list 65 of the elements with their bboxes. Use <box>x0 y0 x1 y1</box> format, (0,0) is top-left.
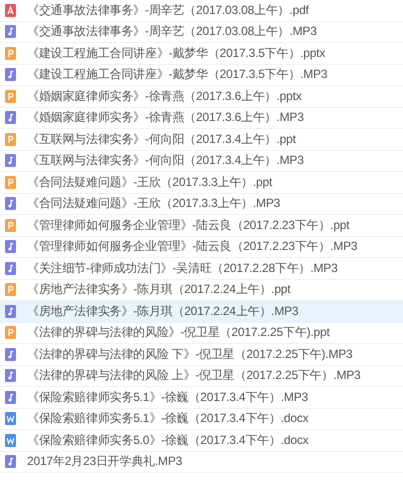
word-file-icon <box>5 412 16 426</box>
slides-file-icon <box>5 90 16 103</box>
file-name: 《交通事故法律事务》-周辛艺（2017.03.08上午）.pdf <box>27 2 309 19</box>
file-name: 《建设工程施工合同讲座》-戴梦华（2017.3.5下午）.MP3 <box>27 66 328 84</box>
file-name: 《婚姻家庭律师实务》-徐青燕（2017.3.6上午）.MP3 <box>27 109 304 126</box>
music-file-icon <box>5 304 16 318</box>
music-file-icon <box>5 390 16 404</box>
pdf-file-icon <box>5 4 16 17</box>
file-row[interactable]: 《合同法疑难问题》-王欣（2017.3.3上午）.ppt <box>0 172 403 194</box>
file-name: 《法律的界碑与法律的风险 上》-倪卫星（2017.2.25下午）.MP3 <box>27 367 361 384</box>
file-name: 《管理律师如何服务企业管理》-陆云良（2017.2.23下午）.ppt <box>27 216 350 234</box>
file-name: 2017年2月23日开学典礼.MP3 <box>27 453 182 470</box>
file-row[interactable]: 2017年2月23日开学典礼.MP3 <box>0 452 403 473</box>
file-row[interactable]: 《婚姻家庭律师实务》-徐青燕（2017.3.6上午）.pptx <box>0 86 403 108</box>
file-name: 《互联网与法律实务》-何向阳（2017.3.4上午）.MP3 <box>27 152 304 170</box>
file-row[interactable]: 《婚姻家庭律师实务》-徐青燕（2017.3.6上午）.MP3 <box>0 108 403 129</box>
music-file-icon <box>5 154 16 168</box>
file-name: 《管理律师如何服务企业管理》-陆云良（2017.2.23下午）.MP3 <box>27 238 358 256</box>
music-file-icon <box>5 240 16 254</box>
slides-file-icon <box>5 176 16 189</box>
file-name: 《合同法疑难问题》-王欣（2017.3.3上午）.ppt <box>27 174 272 191</box>
music-file-icon <box>5 25 16 38</box>
file-name: 《法律的界碑与法律的风险 下》-倪卫星（2017.2.25下午).MP3 <box>27 346 353 363</box>
file-name: 《保险索赔律师实务5.1》-徐巍（2017.3.4下午）.docx <box>27 410 308 428</box>
file-name: 《合同法疑难问题》-王欣（2017.3.3上午）.MP3 <box>27 195 280 212</box>
file-row[interactable]: 《关注细节-律师成功法门》-吴清旺（2017.2.28下午）.MP3 <box>0 258 403 280</box>
file-name: 《交通事故法律事务》-周辛艺（2017.03.08上午）.MP3 <box>27 23 317 40</box>
file-name: 《婚姻家庭律师实务》-徐青燕（2017.3.6上午）.pptx <box>27 88 302 105</box>
music-file-icon <box>5 455 16 468</box>
file-name: 《保险索赔律师实务5.0》-徐巍（2017.3.4下午）.docx <box>27 432 308 449</box>
word-file-icon <box>5 434 16 447</box>
file-row[interactable]: 《互联网与法律实务》-何向阳（2017.3.4上午）.MP3 <box>0 150 403 172</box>
file-row[interactable]: 《建设工程施工合同讲座》-戴梦华（2017.3.5下午）.MP3 <box>0 64 403 86</box>
music-file-icon <box>5 68 16 82</box>
file-row[interactable]: 《房地产法律实务》-陈月琪（2017.2.24上午）.MP3 <box>0 301 403 322</box>
slides-file-icon <box>5 218 16 232</box>
file-name: 《法律的界碑与法律的风险》-倪卫星（2017.2.25下午).ppt <box>27 324 330 342</box>
file-row[interactable]: 《法律的界碑与法律的风险》-倪卫星（2017.2.25下午).ppt <box>0 322 403 344</box>
file-row[interactable]: 《管理律师如何服务企业管理》-陆云良（2017.2.23下午）.ppt <box>0 215 403 236</box>
file-row[interactable]: 《交通事故法律事务》-周辛艺（2017.03.08上午）.pdf <box>0 0 403 22</box>
file-row[interactable]: 《管理律师如何服务企业管理》-陆云良（2017.2.23下午）.MP3 <box>0 236 403 258</box>
file-row[interactable]: 《互联网与法律实务》-何向阳（2017.3.4上午）.ppt <box>0 129 403 150</box>
slides-file-icon <box>5 283 16 296</box>
file-row[interactable]: 《交通事故法律事务》-周辛艺（2017.03.08上午）.MP3 <box>0 22 403 43</box>
music-file-icon <box>5 197 16 210</box>
file-name: 《房地产法律实务》-陈月琪（2017.2.24上午）.MP3 <box>27 302 298 320</box>
slides-file-icon <box>5 46 16 60</box>
file-row[interactable]: 《保险索赔律师实务5.1》-徐巍（2017.3.4下午）.docx <box>0 408 403 430</box>
file-row[interactable]: 《法律的界碑与法律的风险 下》-倪卫星（2017.2.25下午).MP3 <box>0 344 403 366</box>
file-name: 《建设工程施工合同讲座》-戴梦华（2017.3.5下午）.pptx <box>27 44 326 62</box>
file-row[interactable]: 《法律的界碑与法律的风险 上》-倪卫星（2017.2.25下午）.MP3 <box>0 366 403 387</box>
file-row[interactable]: 《合同法疑难问题》-王欣（2017.3.3上午）.MP3 <box>0 194 403 215</box>
file-name: 《关注细节-律师成功法门》-吴清旺（2017.2.28下午）.MP3 <box>27 260 338 277</box>
file-row[interactable]: 《保险索赔律师实务5.0》-徐巍（2017.3.4下午）.docx <box>0 430 403 452</box>
music-file-icon <box>5 369 16 382</box>
slides-file-icon <box>5 132 16 146</box>
music-file-icon <box>5 262 16 275</box>
file-row[interactable]: 《建设工程施工合同讲座》-戴梦华（2017.3.5下午）.pptx <box>0 43 403 64</box>
music-file-icon <box>5 348 16 361</box>
file-name: 《房地产法律实务》-陈月琪（2017.2.24上午）.ppt <box>27 281 290 298</box>
slides-file-icon <box>5 326 16 340</box>
file-name: 《保险索赔律师实务5.1》-徐巍（2017.3.4下午）.MP3 <box>27 388 308 406</box>
file-name: 《互联网与法律实务》-何向阳（2017.3.4上午）.ppt <box>27 130 296 148</box>
file-row[interactable]: 《保险索赔律师实务5.1》-徐巍（2017.3.4下午）.MP3 <box>0 387 403 408</box>
music-file-icon <box>5 111 16 124</box>
